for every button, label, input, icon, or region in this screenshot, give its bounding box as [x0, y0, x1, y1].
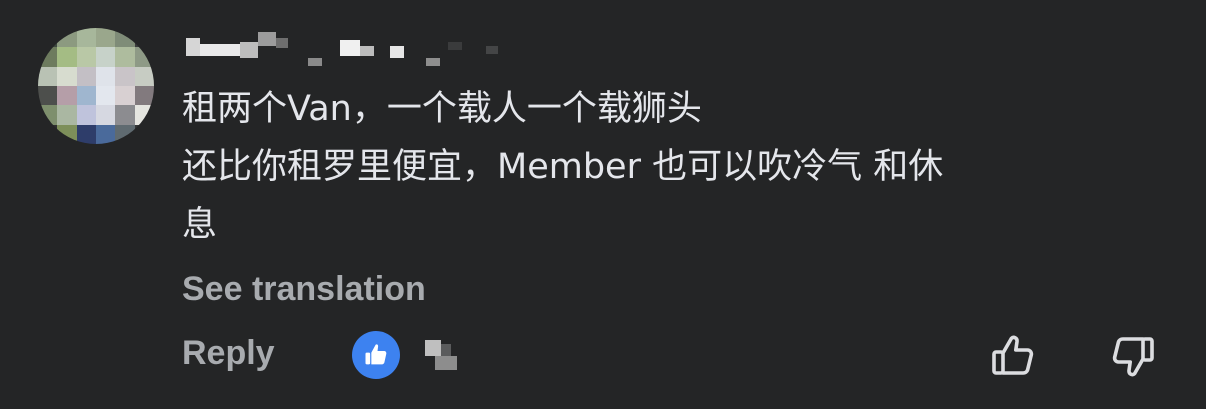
comment-text: 租两个Van，一个载人一个载狮头 还比你租罗里便宜，Member 也可以吹冷气 …	[182, 80, 1172, 254]
comment-text-line-3: 息	[182, 205, 218, 245]
see-translation-link[interactable]: See translation	[182, 270, 426, 309]
comment: 租两个Van，一个载人一个载狮头 还比你租罗里便宜，Member 也可以吹冷气 …	[0, 0, 1206, 409]
comment-text-line-2: 还比你租罗里便宜，Member 也可以吹冷气 和休	[182, 147, 944, 187]
reaction-count-redacted[interactable]	[425, 340, 459, 372]
comment-text-line-1: 租两个Van，一个载人一个载狮头	[182, 89, 702, 129]
upvote-icon[interactable]	[987, 330, 1039, 382]
reply-button[interactable]: Reply	[182, 334, 275, 373]
thumbs-up-icon[interactable]	[352, 331, 400, 379]
avatar[interactable]	[38, 28, 154, 144]
commenter-name-redacted[interactable]	[186, 30, 516, 70]
downvote-icon[interactable]	[1107, 330, 1159, 382]
